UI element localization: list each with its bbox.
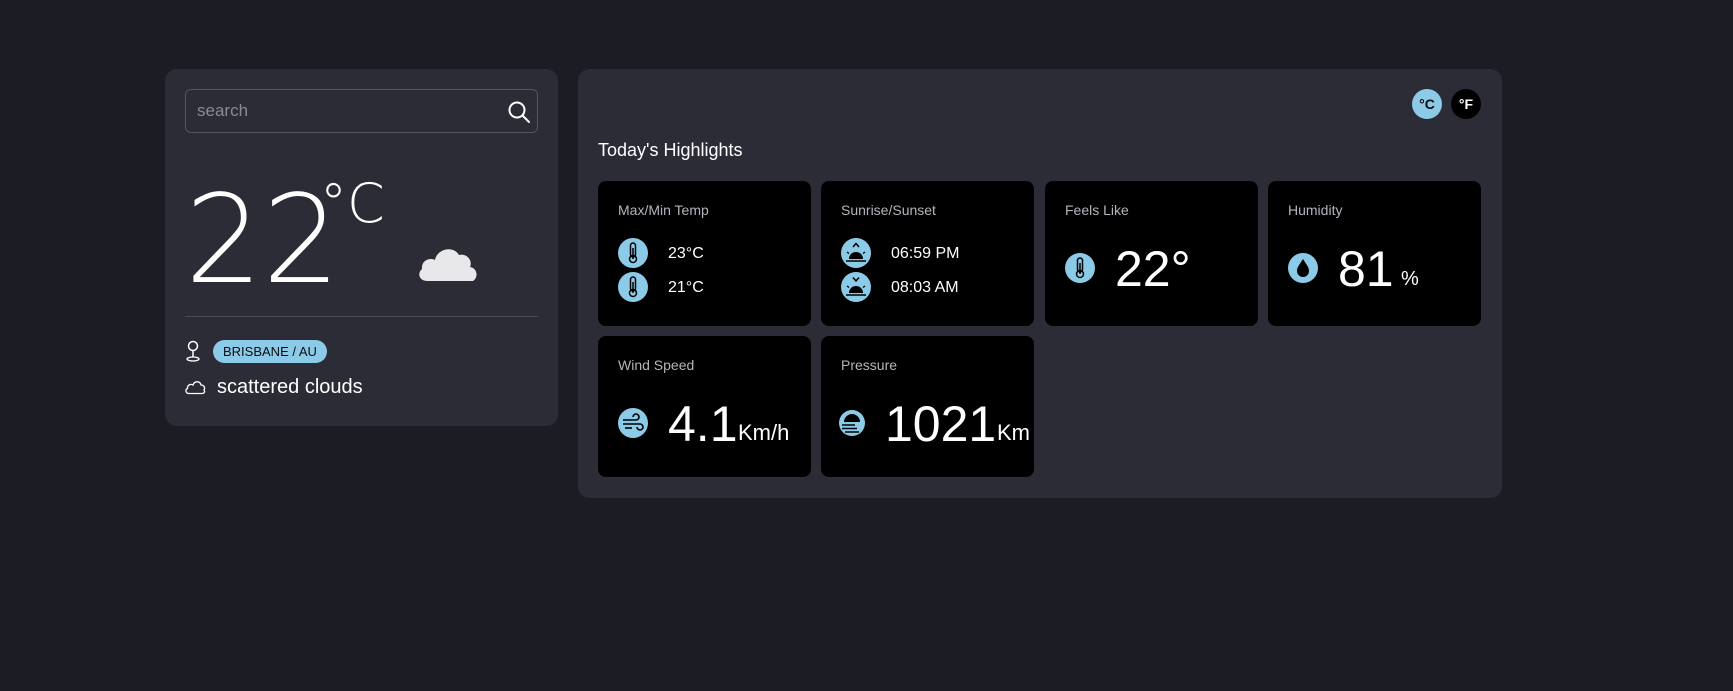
search-button[interactable] — [507, 100, 531, 124]
location-row: BRISBANE / AU — [185, 338, 327, 364]
temperature-value: 22 — [185, 169, 341, 311]
wind-speed-value: 4.1 — [668, 396, 738, 452]
card-label: Wind Speed — [618, 357, 695, 373]
pressure-icon — [839, 410, 865, 436]
weather-description: scattered clouds — [217, 375, 363, 398]
description-row: scattered clouds — [184, 373, 363, 401]
temperature-unit: °C — [320, 172, 385, 235]
card-label: Max/Min Temp — [618, 202, 709, 218]
max-min-card: Max/Min Temp 23°C 21°C — [598, 181, 811, 326]
water-drop-icon — [1288, 253, 1318, 283]
current-weather-panel: 22 °C BRISBANE / AU scattered clouds — [165, 69, 558, 426]
search-icon — [508, 101, 530, 123]
card-label: Pressure — [841, 357, 898, 373]
min-temp-value: 21°C — [668, 279, 704, 296]
wind-icon — [618, 408, 648, 438]
cloud-outline-icon — [185, 381, 206, 395]
wind-speed-card: Wind Speed 4.1 Km/h — [598, 336, 811, 477]
search-box — [185, 89, 538, 133]
location-badge: BRISBANE / AU — [213, 339, 327, 363]
pressure-card: Pressure 1021 Km — [821, 336, 1034, 477]
card-label: Feels Like — [1065, 202, 1129, 218]
highlights-panel: °C °F Today's Highlights Max/Min Temp 23… — [578, 69, 1502, 498]
humidity-card: Humidity 81 % — [1268, 181, 1481, 326]
sunset-icon — [841, 272, 871, 302]
wind-speed-unit: Km/h — [738, 420, 790, 445]
highlights-title: Today's Highlights — [598, 140, 743, 160]
pressure-unit: Km — [997, 420, 1030, 445]
celsius-toggle[interactable]: °C — [1412, 89, 1442, 119]
card-label: Sunrise/Sunset — [841, 202, 936, 218]
fahrenheit-toggle[interactable]: °F — [1451, 89, 1481, 119]
sunset-value: 08:03 AM — [891, 279, 959, 296]
search-input[interactable] — [186, 90, 486, 132]
feels-like-card: Feels Like 22° — [1045, 181, 1258, 326]
humidity-unit: % — [1401, 268, 1419, 290]
thermometer-icon — [618, 272, 648, 302]
feels-like-value: 22° — [1115, 241, 1191, 297]
sunrise-icon — [841, 238, 871, 268]
humidity-value: 81 — [1338, 241, 1394, 297]
location-pin-icon — [186, 340, 200, 362]
divider — [185, 316, 538, 317]
cloud-icon — [419, 249, 477, 281]
card-label: Humidity — [1288, 202, 1343, 218]
sunrise-value: 06:59 PM — [891, 245, 960, 262]
max-temp-value: 23°C — [668, 245, 704, 262]
sunrise-sunset-card: Sunrise/Sunset 06:59 PM 08:03 AM — [821, 181, 1034, 326]
thermometer-icon — [618, 238, 648, 268]
pressure-value: 1021 — [885, 396, 997, 452]
thermometer-icon — [1065, 253, 1095, 283]
